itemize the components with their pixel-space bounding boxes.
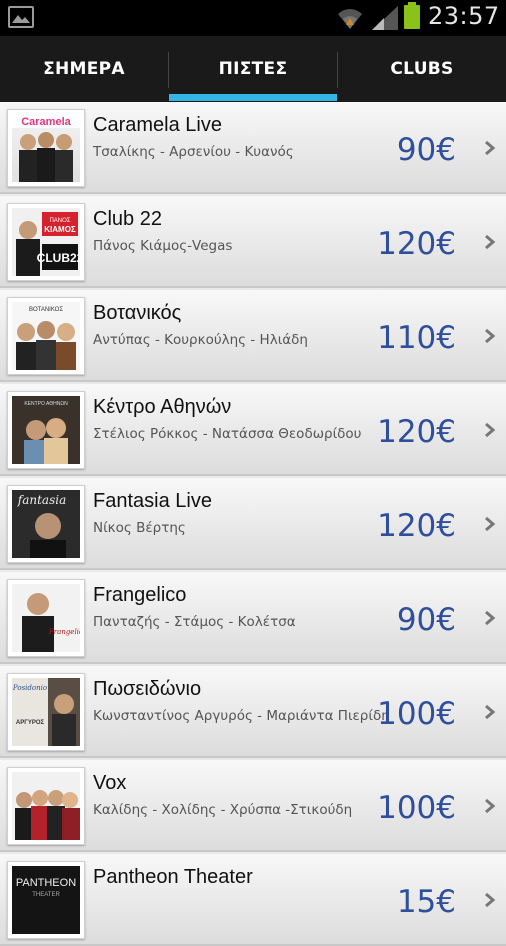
svg-text:Frangelico: Frangelico <box>48 628 80 636</box>
active-tab-indicator <box>169 94 337 101</box>
venue-title: Pantheon Theater <box>93 866 253 888</box>
svg-text:Posidonio: Posidonio <box>12 684 47 692</box>
status-bar: 23:57 <box>0 0 506 36</box>
venue-title: Fantasia Live <box>93 490 212 512</box>
svg-text:ΑΡΓΥΡΟΣ: ΑΡΓΥΡΟΣ <box>16 720 45 726</box>
venue-price: 100€ <box>377 790 456 826</box>
cell-signal-icon <box>372 6 398 30</box>
venue-title: Club 22 <box>93 208 162 230</box>
venue-title: Κέντρο Αθηνών <box>93 396 232 418</box>
botanikos-poster-image: ΒΟΤΑΝΙΚΟΣ <box>16 307 76 370</box>
venue-title: Caramela Live <box>93 114 222 136</box>
svg-text:ΠΑΝΟΣ: ΠΑΝΟΣ <box>49 218 70 224</box>
vox-poster-image <box>15 790 80 840</box>
svg-text:Caramela: Caramela <box>21 116 71 128</box>
venue-artists: Κωνσταντίνος Αργυρός - Μαριάντα Πιερίδη <box>93 708 390 724</box>
venue-price: 15€ <box>396 884 456 920</box>
venue-price: 120€ <box>377 226 456 262</box>
venue-thumbnail: Caramela <box>7 109 85 187</box>
venue-thumbnail: Frangelico <box>7 579 85 657</box>
venue-artists: Αντύπας - Κουρκούλης - Ηλιάδη <box>93 332 308 348</box>
svg-text:fantasia: fantasia <box>17 493 66 507</box>
chevron-right-icon <box>485 798 496 814</box>
svg-text:ΒΟΤΑΝΙΚΟΣ: ΒΟΤΑΝΙΚΟΣ <box>29 307 63 313</box>
venue-artists: Στέλιος Ρόκκος - Νατάσσα Θεοδωρίδου <box>93 426 362 442</box>
venue-thumbnail: Posidonio ΑΡΓΥΡΟΣ <box>7 673 85 751</box>
venue-price: 90€ <box>396 132 456 168</box>
tab-pistes[interactable]: ΠΙΣΤΕΣ <box>169 36 337 102</box>
chevron-right-icon <box>485 234 496 250</box>
venue-price: 120€ <box>377 414 456 450</box>
venue-thumbnail <box>7 767 85 845</box>
list-item[interactable]: ΚΕΝΤΡΟ ΑΘΗΝΩΝ Κέντρο Αθηνών Στέλιος Ρόκκ… <box>0 384 506 476</box>
wifi-icon <box>338 9 362 29</box>
pantheon-poster-image: PANTHEON THEATER <box>12 866 80 934</box>
list-item[interactable]: fantasia Fantasia Live Νίκος Βέρτης 120€ <box>0 478 506 570</box>
venue-artists: Πάνος Κιάμος-Vegas <box>93 238 233 254</box>
tab-clubs[interactable]: CLUBS <box>338 36 506 102</box>
venue-title: Πωσειδώνιο <box>93 678 202 700</box>
venue-artists: Πανταζής - Στάμος - Κολέτσα <box>93 614 296 630</box>
list-item[interactable]: Vox Καλίδης - Χολίδης - Χρύσπα -Στικούδη… <box>0 760 506 852</box>
caramela-poster-image: Caramela <box>12 114 80 182</box>
chevron-right-icon <box>485 328 496 344</box>
status-time: 23:57 <box>428 2 500 30</box>
venue-price: 100€ <box>377 696 456 732</box>
kentro-athinon-poster-image: ΚΕΝΤΡΟ ΑΘΗΝΩΝ <box>12 396 80 464</box>
club22-poster-image: ΠΑΝΟΣ ΚΙΑΜΟΣ CLUB22 <box>12 208 80 276</box>
chevron-right-icon <box>485 422 496 438</box>
chevron-right-icon <box>485 892 496 908</box>
gallery-notification-icon <box>8 6 34 28</box>
venue-title: Frangelico <box>93 584 187 606</box>
venue-price: 90€ <box>396 602 456 638</box>
venue-artists: Τσαλίκης - Αρσενίου - Κυανός <box>93 144 294 160</box>
tab-bar: ΣΗΜΕΡΑ ΠΙΣΤΕΣ CLUBS <box>0 36 506 103</box>
chevron-right-icon <box>485 516 496 532</box>
list-item[interactable]: ΒΟΤΑΝΙΚΟΣ Βοτανικός Αντύπας - Κουρκούλης… <box>0 290 506 382</box>
tab-today[interactable]: ΣΗΜΕΡΑ <box>0 36 168 102</box>
battery-icon <box>404 2 420 29</box>
posidonio-poster-image: Posidonio ΑΡΓΥΡΟΣ <box>12 678 80 746</box>
svg-text:CLUB22: CLUB22 <box>37 251 80 265</box>
fantasia-poster-image: fantasia <box>12 490 80 558</box>
venue-artists: Νίκος Βέρτης <box>93 520 186 536</box>
venue-thumbnail: fantasia <box>7 485 85 563</box>
list-item[interactable]: Posidonio ΑΡΓΥΡΟΣ Πωσειδώνιο Κωνσταντίνο… <box>0 666 506 758</box>
venue-thumbnail: PANTHEON THEATER <box>7 861 85 939</box>
svg-text:THEATER: THEATER <box>32 892 60 898</box>
chevron-right-icon <box>485 140 496 156</box>
venue-artists: Καλίδης - Χολίδης - Χρύσπα -Στικούδη <box>93 802 353 818</box>
venue-price: 120€ <box>377 508 456 544</box>
venue-title: Vox <box>93 772 127 794</box>
venue-thumbnail: ΒΟΤΑΝΙΚΟΣ <box>7 297 85 375</box>
frangelico-poster-image: Frangelico <box>22 593 80 652</box>
svg-text:PANTHEON: PANTHEON <box>16 877 76 889</box>
chevron-right-icon <box>485 704 496 720</box>
list-item[interactable]: ΠΑΝΟΣ ΚΙΑΜΟΣ CLUB22 Club 22 Πάνος Κιάμος… <box>0 196 506 288</box>
list-item[interactable]: Frangelico Frangelico Πανταζής - Στάμος … <box>0 572 506 664</box>
chevron-right-icon <box>485 610 496 626</box>
svg-text:ΚΕΝΤΡΟ ΑΘΗΝΩΝ: ΚΕΝΤΡΟ ΑΘΗΝΩΝ <box>24 401 68 407</box>
svg-text:ΚΙΑΜΟΣ: ΚΙΑΜΟΣ <box>44 225 76 234</box>
venue-price: 110€ <box>377 320 456 356</box>
list-item[interactable]: Caramela Caramela Live Τσαλίκης - Αρσενί… <box>0 102 506 194</box>
venue-title: Βοτανικός <box>93 302 182 324</box>
venue-thumbnail: ΚΕΝΤΡΟ ΑΘΗΝΩΝ <box>7 391 85 469</box>
list-item[interactable]: PANTHEON THEATER Pantheon Theater 15€ <box>0 854 506 946</box>
venue-thumbnail: ΠΑΝΟΣ ΚΙΑΜΟΣ CLUB22 <box>7 203 85 281</box>
